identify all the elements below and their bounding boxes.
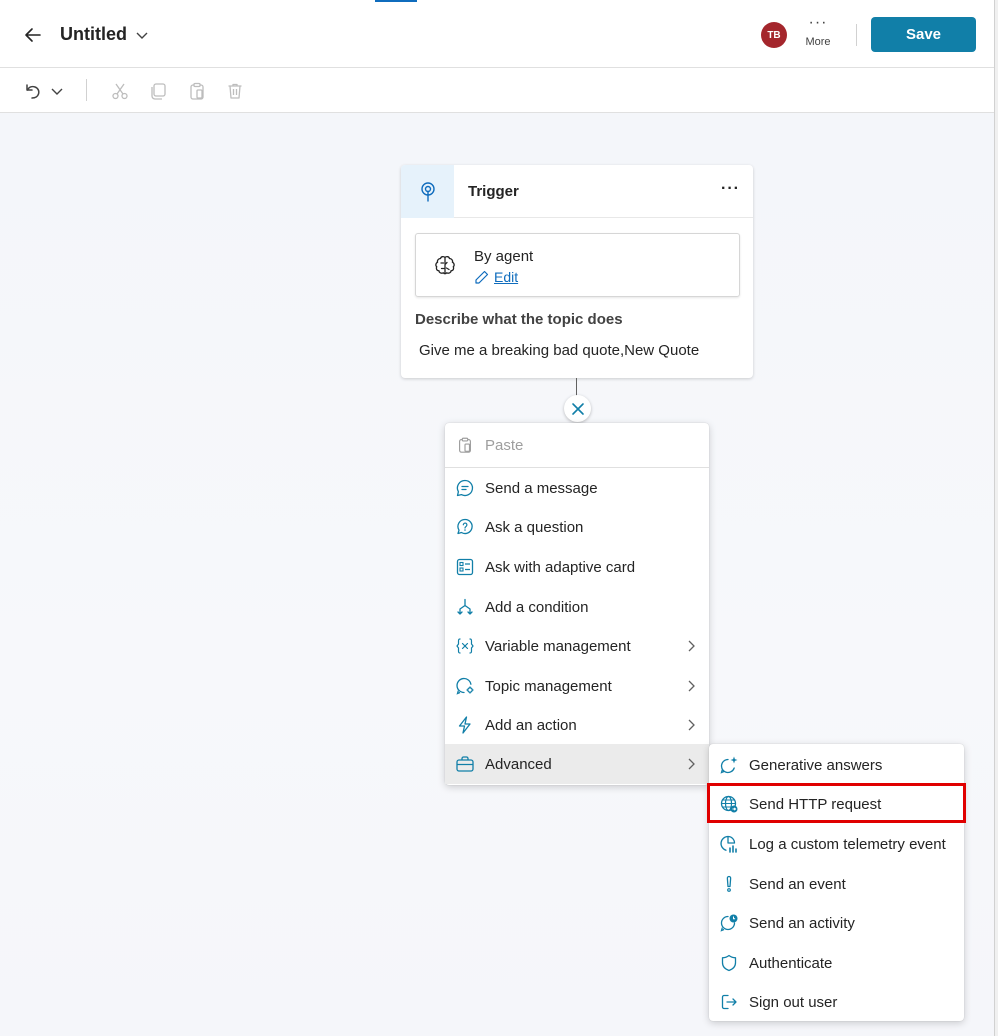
node-connector <box>576 378 577 396</box>
more-label: More <box>805 36 831 48</box>
by-agent-label: By agent <box>474 248 534 265</box>
more-dots-icon: ··· <box>808 14 828 31</box>
menu-item-advanced[interactable]: Advanced <box>445 744 709 784</box>
menu-item-label: Send HTTP request <box>749 795 882 813</box>
topic-management-icon <box>455 676 475 696</box>
arrow-left-icon <box>25 28 41 42</box>
chevron-right-icon <box>688 758 695 770</box>
toolbar-separator <box>86 79 87 101</box>
menu-item-label: Send an event <box>749 875 846 893</box>
menu-item-sign-out-user[interactable]: Sign out user <box>709 982 964 1022</box>
menu-item-label: Add an action <box>485 716 577 734</box>
topic-title: Untitled <box>60 24 127 44</box>
chevron-down-icon <box>51 88 63 95</box>
menu-item-send-message[interactable]: Send a message <box>445 468 709 508</box>
menu-item-topic-management[interactable]: Topic management <box>445 666 709 706</box>
by-agent-box: By agent Edit <box>415 233 740 297</box>
menu-item-variable-management[interactable]: Variable management <box>445 626 709 666</box>
menu-item-send-activity[interactable]: Send an activity <box>709 903 964 943</box>
editor-toolbar <box>0 68 994 113</box>
window-edge <box>994 0 998 1036</box>
close-icon <box>571 402 584 415</box>
menu-item-add-action[interactable]: Add an action <box>445 705 709 745</box>
message-icon <box>455 478 475 498</box>
menu-item-label: Topic management <box>485 677 612 695</box>
menu-item-authenticate[interactable]: Authenticate <box>709 943 964 983</box>
menu-item-label: Advanced <box>485 755 552 773</box>
paste-button[interactable] <box>186 80 208 102</box>
describe-label: Describe what the topic does <box>415 311 623 328</box>
menu-item-label: Add a condition <box>485 598 589 616</box>
trigger-node[interactable]: Trigger ··· By agent Edit Describe what … <box>401 165 753 378</box>
trigger-more-icon[interactable]: ··· <box>721 180 740 198</box>
chevron-right-icon <box>688 719 695 731</box>
lightning-icon <box>455 715 475 735</box>
briefcase-icon <box>455 754 475 774</box>
question-icon <box>455 517 475 537</box>
menu-item-paste[interactable]: Paste <box>445 425 709 465</box>
undo-button[interactable] <box>22 80 44 102</box>
copy-button[interactable] <box>147 80 169 102</box>
menu-item-send-event[interactable]: Send an event <box>709 864 964 904</box>
chevron-right-icon <box>688 680 695 692</box>
trigger-icon <box>420 181 435 202</box>
undo-icon <box>26 84 40 99</box>
copy-icon <box>151 83 166 100</box>
menu-item-label: Generative answers <box>749 756 883 774</box>
menu-item-label: Send a message <box>485 479 598 497</box>
menu-item-send-http-request[interactable]: Send HTTP request <box>709 784 964 824</box>
add-node-menu: Paste Send a message Ask a question Ask … <box>445 423 709 785</box>
edit-label: Edit <box>494 269 519 285</box>
header-divider <box>856 24 857 46</box>
activity-icon <box>719 913 739 933</box>
cut-button[interactable] <box>109 80 131 102</box>
shield-icon <box>719 953 739 973</box>
menu-item-label: Sign out user <box>749 993 838 1011</box>
top-header: Untitled TB ··· More Save <box>0 0 994 68</box>
sign-out-icon <box>719 992 739 1012</box>
close-add-node-button[interactable] <box>564 395 591 422</box>
advanced-submenu: Generative answers Send HTTP request Log… <box>709 744 964 1021</box>
pencil-icon <box>475 270 489 284</box>
menu-item-generative-answers[interactable]: Generative answers <box>709 745 964 785</box>
telemetry-icon <box>719 834 739 854</box>
menu-item-label: Paste <box>485 436 524 454</box>
topic-title-dropdown[interactable]: Untitled <box>60 24 149 45</box>
menu-item-add-condition[interactable]: Add a condition <box>445 587 709 627</box>
menu-item-log-telemetry[interactable]: Log a custom telemetry event <box>709 824 964 864</box>
menu-item-ask-question[interactable]: Ask a question <box>445 507 709 547</box>
trigger-icon-box <box>401 165 454 218</box>
brain-icon <box>435 255 455 275</box>
menu-item-label: Log a custom telemetry event <box>749 835 946 853</box>
trigger-title: Trigger <box>468 183 519 200</box>
menu-item-adaptive-card[interactable]: Ask with adaptive card <box>445 547 709 587</box>
save-button[interactable]: Save <box>871 17 976 52</box>
trigger-header: Trigger ··· <box>401 165 753 218</box>
menu-item-label: Send an activity <box>749 914 855 932</box>
undo-history-dropdown[interactable] <box>46 80 68 102</box>
more-button[interactable]: ··· More <box>800 14 836 56</box>
menu-item-label: Ask a question <box>485 518 584 536</box>
describe-value: Give me a breaking bad quote,New Quote <box>419 342 700 359</box>
globe-icon <box>719 794 739 814</box>
trash-icon <box>228 83 242 99</box>
scissors-icon <box>112 83 128 100</box>
delete-button[interactable] <box>224 80 246 102</box>
edit-link[interactable]: Edit <box>474 269 518 285</box>
variable-icon <box>455 636 475 656</box>
avatar[interactable]: TB <box>761 22 787 48</box>
adaptive-card-icon <box>455 557 475 577</box>
chevron-down-icon <box>136 32 148 39</box>
clipboard-icon <box>190 82 204 100</box>
event-icon <box>719 874 739 894</box>
sparkle-chat-icon <box>719 755 739 775</box>
clipboard-icon <box>455 435 475 455</box>
back-button[interactable] <box>20 22 46 48</box>
menu-item-label: Variable management <box>485 637 631 655</box>
tab-accent-bar <box>375 0 417 2</box>
condition-icon <box>455 597 475 617</box>
menu-item-label: Authenticate <box>749 954 833 972</box>
chevron-right-icon <box>688 640 695 652</box>
menu-item-label: Ask with adaptive card <box>485 558 636 576</box>
